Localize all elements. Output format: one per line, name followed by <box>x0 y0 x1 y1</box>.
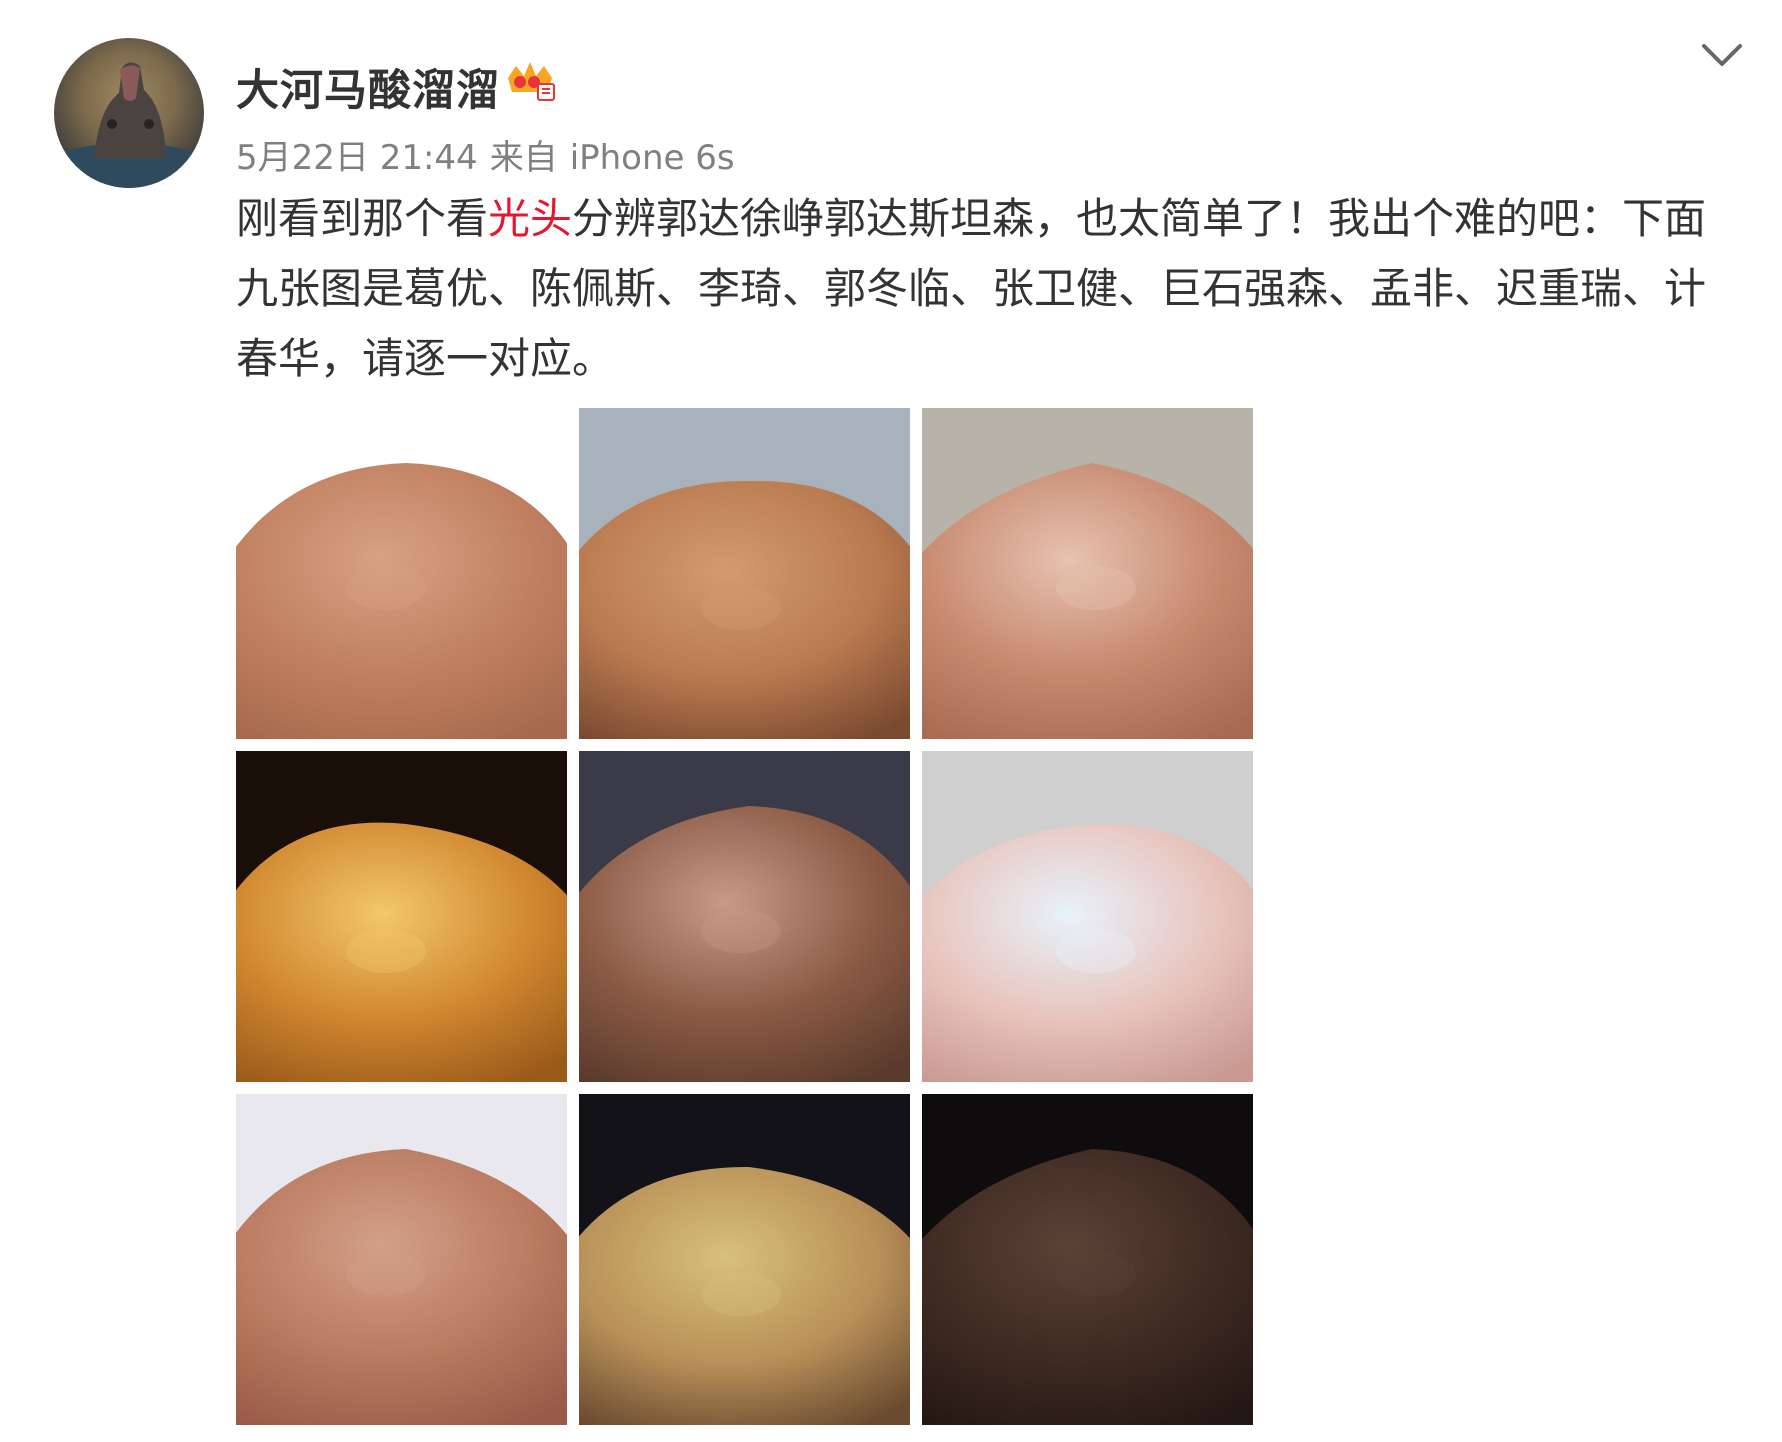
source-prefix: 来自 <box>489 138 558 178</box>
bald-head-photo[interactable] <box>922 408 1253 739</box>
source-device: iPhone 6s <box>569 138 735 178</box>
username[interactable]: 大河马酸溜溜 <box>236 56 500 118</box>
bald-head-photo[interactable] <box>579 408 910 739</box>
weibo-post: 大河马酸溜溜 5月22日 21:44 来自 iPhone 6s 刚看到那个看光头分辨… <box>0 0 1782 1442</box>
timestamp[interactable]: 5月22日 21:44 <box>236 138 478 178</box>
hippo-avatar-image <box>54 62 204 188</box>
bald-head-photo[interactable] <box>922 751 1253 1082</box>
post-text: 刚看到那个看光头分辨郭达徐峥郭达斯坦森，也太简单了！我出个难的吧：下面九张图是葛… <box>236 184 1736 394</box>
bald-head-photo[interactable] <box>922 1094 1253 1425</box>
avatar[interactable] <box>54 38 204 188</box>
bald-head-photo[interactable] <box>236 751 567 1082</box>
chevron-down-icon[interactable] <box>1700 40 1744 70</box>
image-grid <box>236 408 1254 1426</box>
hashtag-link[interactable]: 光头 <box>488 194 572 243</box>
bald-head-photo[interactable] <box>236 1094 567 1425</box>
vip-crown-icon[interactable] <box>504 58 556 104</box>
post-meta: 5月22日 21:44 来自 iPhone 6s <box>236 130 735 179</box>
bald-head-photo[interactable] <box>579 1094 910 1425</box>
bald-head-photo[interactable] <box>579 751 910 1082</box>
post-text-before: 刚看到那个看 <box>236 194 489 243</box>
bald-head-photo[interactable] <box>236 408 567 739</box>
